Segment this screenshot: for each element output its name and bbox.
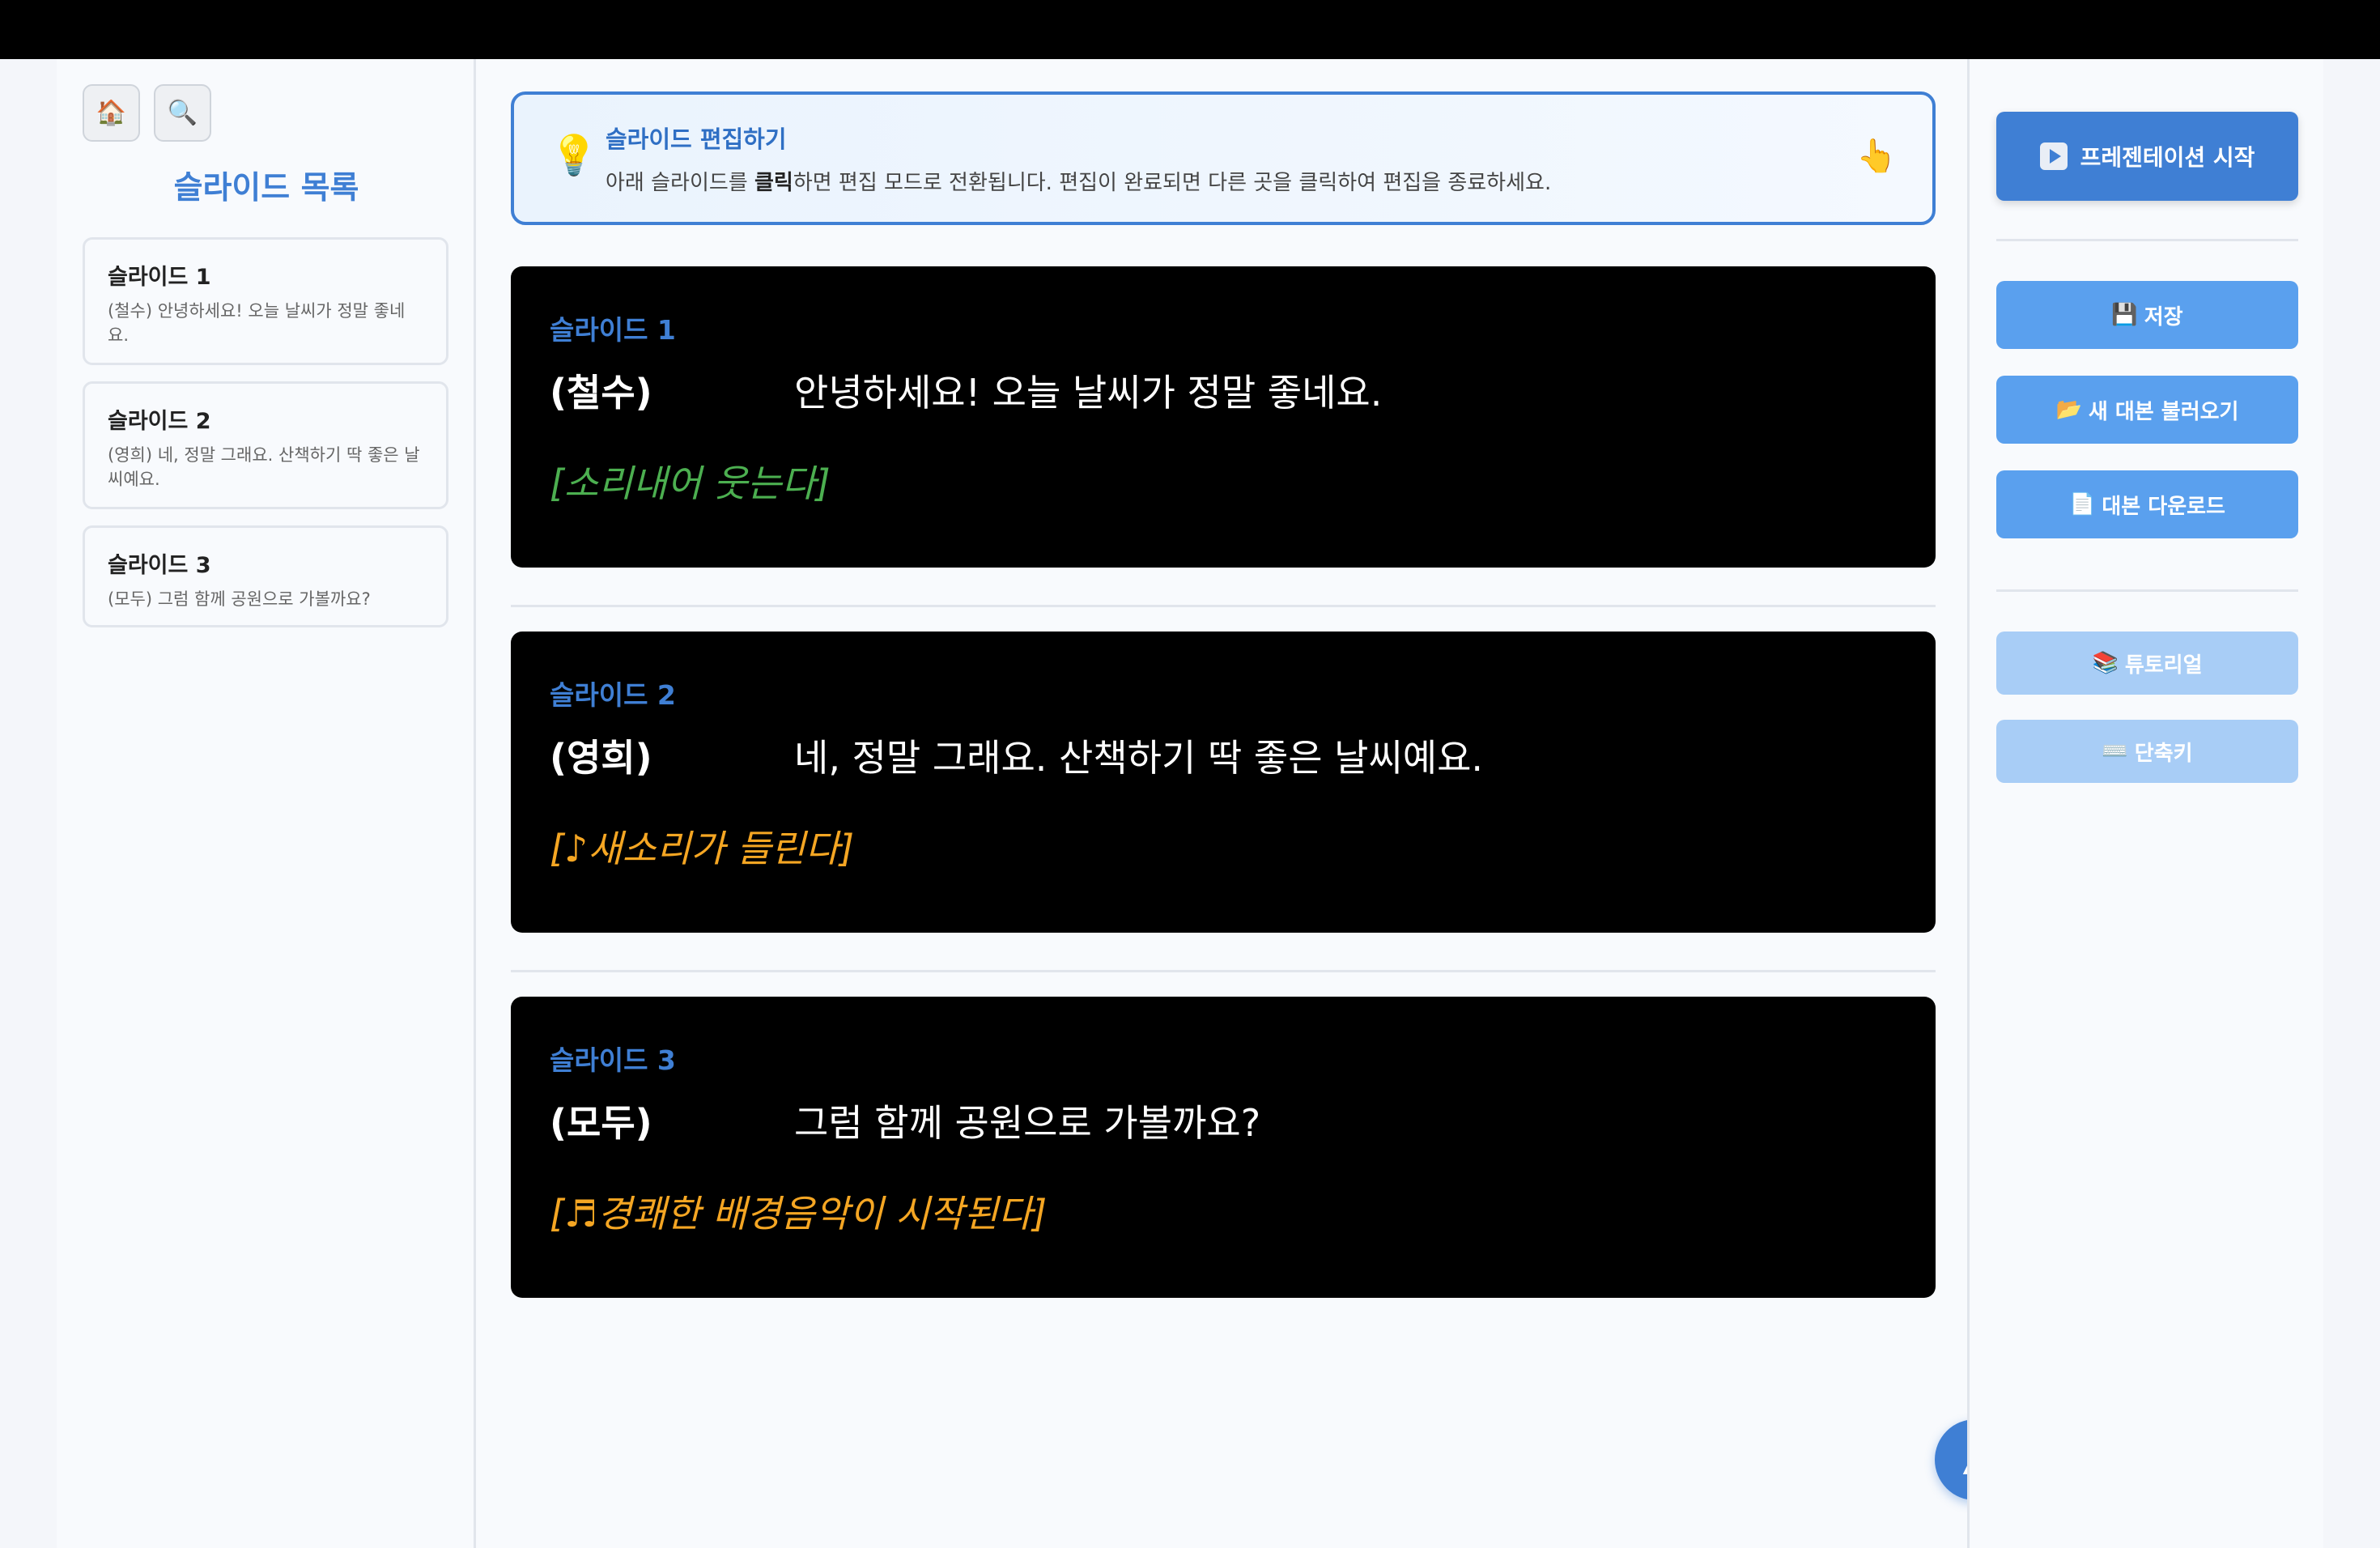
slide-speaker: (철수) — [550, 371, 652, 415]
start-presentation-button[interactable]: 프레젠테이션 시작 — [1996, 112, 2298, 201]
slide-list-title: 슬라이드 목록 — [173, 170, 359, 206]
pointing-hand-icon: 👆 — [1856, 138, 1897, 175]
app-container: 🏠 🔍 슬라이드 목록 슬라이드 1 (철수) 안녕하세요! 오늘 날씨가 정말… — [57, 59, 2323, 1548]
slide-list-item-1[interactable]: 슬라이드 1 (철수) 안녕하세요! 오늘 날씨가 정말 좋네요. — [83, 237, 448, 365]
slide-card-3[interactable]: 슬라이드 3 (모두) 그럼 함께 공원으로 가볼까요? [♬경쾌한 배경음악이… — [511, 997, 1936, 1298]
slide-dialogue: 안녕하세요! 오늘 날씨가 정말 좋네요. — [794, 371, 1383, 415]
keyboard-icon: ⌨️ — [2102, 739, 2128, 763]
slide-card-2[interactable]: 슬라이드 2 (영희) 네, 정말 그래요. 산책하기 딱 좋은 날씨예요. [… — [511, 632, 1936, 933]
slide-list-item-title: 슬라이드 3 — [108, 553, 211, 578]
play-icon — [2039, 142, 2068, 170]
slide-dialogue: 그럼 함께 공원으로 가볼까요? — [794, 1101, 1261, 1145]
search-button[interactable]: 🔍 — [154, 84, 211, 142]
slide-editor: 💡 슬라이드 편집하기 아래 슬라이드를 클릭하면 편집 모드로 전환됩니다. … — [478, 59, 2016, 1548]
slide-list-sidebar: 🏠 🔍 슬라이드 목록 슬라이드 1 (철수) 안녕하세요! 오늘 날씨가 정말… — [57, 59, 476, 1548]
panel-divider — [1996, 589, 2298, 592]
slide-list-item-3[interactable]: 슬라이드 3 (모두) 그럼 함께 공원으로 가볼까요? — [83, 525, 448, 627]
save-button[interactable]: 💾 저장 — [1996, 281, 2298, 349]
search-icon: 🔍 — [167, 99, 198, 127]
shortcuts-button[interactable]: ⌨️ 단축키 — [1996, 720, 2298, 783]
slide-list-item-text: (철수) 안녕하세요! 오늘 날씨가 정말 좋네요. — [108, 301, 406, 345]
shortcuts-label: 단축키 — [2134, 741, 2193, 766]
slide-list-item-title: 슬라이드 2 — [108, 409, 211, 434]
slide-list-item-2[interactable]: 슬라이드 2 (영희) 네, 정말 그래요. 산책하기 딱 좋은 날씨예요. — [83, 381, 448, 509]
slide-stage-direction: [♪새소리가 들린다] — [550, 827, 855, 870]
slide-list-item-text: (영희) 네, 정말 그래요. 산책하기 딱 좋은 날씨예요. — [108, 445, 420, 489]
slide-list-item-title: 슬라이드 1 — [108, 265, 211, 290]
slide-divider — [511, 605, 1936, 607]
home-icon: 🏠 — [96, 99, 127, 127]
download-script-button[interactable]: 📄 대본 다운로드 — [1996, 470, 2298, 538]
books-icon: 📚 — [2092, 651, 2119, 675]
slide-number: 슬라이드 3 — [550, 1044, 676, 1076]
hint-text: 아래 슬라이드를 클릭하면 편집 모드로 전환됩니다. 편집이 완료되면 다른 … — [606, 171, 1552, 195]
slide-stage-direction: [♬경쾌한 배경음악이 시작된다] — [550, 1192, 1048, 1235]
slide-number: 슬라이드 1 — [550, 314, 676, 346]
lightbulb-icon: 💡 — [550, 133, 598, 178]
load-script-label: 새 대본 불러오기 — [2088, 399, 2239, 424]
tutorial-label: 튜토리얼 — [2124, 653, 2203, 678]
slide-list-item-text: (모두) 그럼 함께 공원으로 가볼까요? — [108, 589, 371, 609]
tutorial-button[interactable]: 📚 튜토리얼 — [1996, 632, 2298, 695]
slide-speaker: (모두) — [550, 1101, 652, 1145]
slide-divider — [511, 970, 1936, 972]
action-panel: 프레젠테이션 시작 💾 저장 📂 새 대본 불러오기 📄 대본 다운로드 📚 튜… — [1967, 59, 2323, 1548]
window-top-bar — [0, 0, 2380, 59]
home-button[interactable]: 🏠 — [83, 84, 140, 142]
download-script-label: 대본 다운로드 — [2102, 494, 2225, 519]
document-icon: 📄 — [2069, 492, 2096, 517]
panel-divider — [1996, 239, 2298, 241]
save-label: 저장 — [2144, 304, 2183, 330]
floppy-disk-icon: 💾 — [2111, 303, 2138, 327]
hint-title: 슬라이드 편집하기 — [606, 125, 787, 153]
folder-icon: 📂 — [2055, 398, 2082, 422]
edit-hint-banner: 💡 슬라이드 편집하기 아래 슬라이드를 클릭하면 편집 모드로 전환됩니다. … — [511, 91, 1936, 225]
slide-dialogue: 네, 정말 그래요. 산책하기 딱 좋은 날씨예요. — [794, 736, 1484, 780]
load-script-button[interactable]: 📂 새 대본 불러오기 — [1996, 376, 2298, 444]
slide-number: 슬라이드 2 — [550, 679, 676, 711]
start-presentation-label: 프레젠테이션 시작 — [2080, 144, 2255, 171]
slide-stage-direction: [소리내어 웃는다] — [550, 461, 831, 505]
slide-speaker: (영희) — [550, 736, 652, 780]
slide-card-1[interactable]: 슬라이드 1 (철수) 안녕하세요! 오늘 날씨가 정말 좋네요. [소리내어 … — [511, 266, 1936, 568]
